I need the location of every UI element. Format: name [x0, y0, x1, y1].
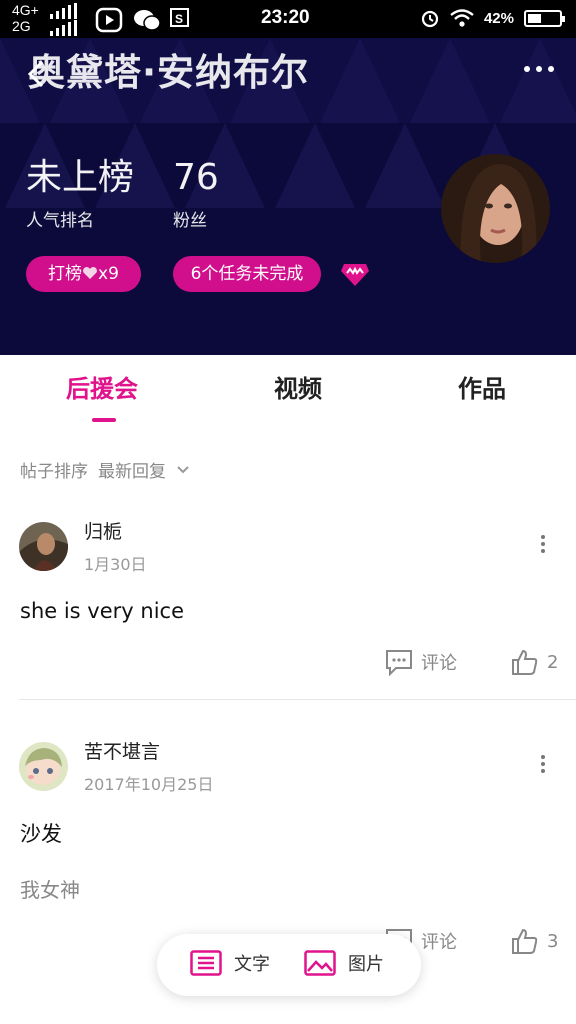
tab-video[interactable]: 视频	[274, 369, 322, 404]
thumbs-up-icon	[512, 928, 538, 954]
post-text-line-2: 我女神	[20, 878, 80, 902]
rank-button[interactable]: 打榜 x9	[26, 256, 141, 292]
text-icon	[190, 950, 222, 976]
s-app-icon: S	[170, 8, 189, 27]
gem-icon[interactable]	[340, 262, 370, 288]
sort-control[interactable]: 帖子排序 最新回复	[20, 457, 190, 482]
signal-icon	[50, 3, 77, 19]
rank-button-count: x9	[98, 264, 119, 284]
task-button[interactable]: 6个任务未完成	[173, 256, 321, 292]
post-menu-icon[interactable]	[541, 535, 545, 553]
svg-text:S: S	[175, 12, 183, 26]
sort-label: 帖子排序	[20, 462, 88, 482]
fans-label: 粉丝	[173, 211, 207, 231]
chevron-down-icon	[177, 465, 189, 473]
user-avatar[interactable]	[19, 742, 68, 791]
compose-text-button[interactable]: 文字	[190, 950, 270, 976]
rank-button-label: 打榜	[48, 264, 83, 284]
post-divider	[19, 699, 576, 700]
network-bottom-label: 2G	[12, 18, 31, 34]
compose-image-label: 图片	[348, 954, 384, 975]
like-button[interactable]: 3	[511, 927, 558, 955]
status-right: 42%	[420, 8, 565, 28]
compose-image-button[interactable]: 图片	[304, 950, 384, 976]
status-bar: 4G+ 2G S 23:20 42%	[0, 0, 576, 38]
post-date: 1月30日	[84, 555, 147, 574]
like-count: 3	[547, 930, 559, 952]
wifi-icon	[450, 9, 474, 27]
network-top-label: 4G+	[12, 2, 39, 18]
image-icon	[304, 950, 336, 976]
alarm-icon	[421, 10, 439, 28]
tab-bar: 后援会 视频 作品	[0, 355, 576, 433]
heart-icon	[83, 267, 97, 279]
wechat-icon	[134, 10, 161, 31]
post-text: 沙发	[20, 822, 62, 846]
username[interactable]: 归栀	[84, 517, 122, 544]
video-app-icon	[95, 7, 123, 33]
rank-label: 人气排名	[26, 211, 94, 231]
compose-text-label: 文字	[234, 954, 270, 975]
page-title: 奥黛塔·安纳布尔	[28, 51, 310, 94]
like-count: 2	[547, 651, 559, 673]
comment-label: 评论	[421, 653, 457, 674]
clock: 23:20	[261, 7, 310, 28]
user-avatar[interactable]	[19, 522, 68, 571]
post-date: 2017年10月25日	[84, 775, 214, 794]
post-text: she is very nice	[20, 599, 184, 623]
comment-icon	[386, 650, 412, 676]
thumbs-up-icon	[512, 649, 538, 675]
username[interactable]: 苦不堪言	[84, 737, 160, 764]
tab-works[interactable]: 作品	[458, 369, 506, 404]
battery-percent: 42%	[483, 9, 514, 27]
battery-icon	[524, 9, 565, 27]
profile-avatar[interactable]	[441, 154, 550, 263]
tab-fanclub[interactable]: 后援会	[66, 369, 138, 404]
fans-value: 76	[173, 157, 219, 198]
post-menu-icon[interactable]	[541, 755, 545, 773]
compose-bar: 文字 图片	[157, 934, 421, 996]
profile-header: 奥黛塔·安纳布尔 未上榜 人气排名 76 粉丝 打榜 x9 6个任务未完成	[0, 38, 576, 355]
active-tab-indicator	[92, 418, 116, 422]
rank-stat: 未上榜 人气排名	[26, 157, 135, 232]
sort-value: 最新回复	[98, 462, 166, 482]
network-indicator: 4G+ 2G	[12, 3, 39, 35]
more-icon[interactable]	[524, 66, 554, 72]
like-button[interactable]: 2	[511, 648, 558, 676]
signal-2-icon	[50, 20, 77, 36]
comment-label: 评论	[421, 932, 457, 953]
fans-stat[interactable]: 76 粉丝	[173, 157, 219, 232]
comment-button[interactable]: 评论	[385, 648, 457, 676]
rank-value: 未上榜	[26, 157, 135, 198]
